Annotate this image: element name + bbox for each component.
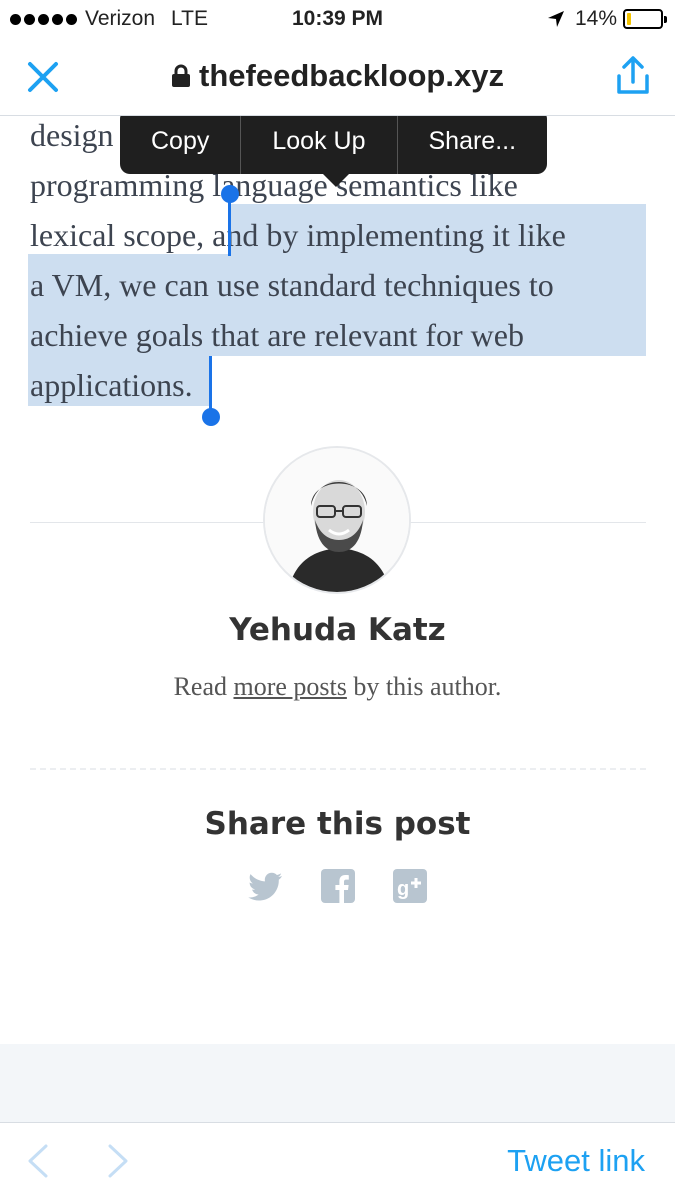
tweet-link-button[interactable]: Tweet link xyxy=(507,1143,645,1179)
selection-end-handle[interactable] xyxy=(202,408,220,426)
context-menu-pointer xyxy=(322,173,350,187)
facebook-icon[interactable] xyxy=(320,868,356,904)
status-bar: Verizon LTE 10:39 PM 14% xyxy=(0,0,675,38)
more-posts-link[interactable]: more posts xyxy=(233,672,346,701)
bottom-toolbar: Tweet link xyxy=(0,1122,675,1200)
nav-bar: thefeedbackloop.xyz xyxy=(0,38,675,116)
selection-end-caret xyxy=(209,356,212,411)
dashed-divider xyxy=(30,768,646,770)
share-menu-item[interactable]: Share... xyxy=(398,116,548,174)
footer-band xyxy=(0,1044,675,1122)
author-read-prefix: Read xyxy=(173,672,234,701)
google-plus-icon[interactable]: g xyxy=(392,868,428,904)
url-bar[interactable]: thefeedbackloop.xyz xyxy=(0,58,675,94)
status-right: 14% xyxy=(547,7,667,31)
article-line: applications. xyxy=(30,367,193,403)
lock-icon xyxy=(172,64,191,87)
article: design programming language semantics li… xyxy=(0,116,675,1046)
battery-percent: 14% xyxy=(574,7,617,30)
share-icons: g xyxy=(0,868,675,904)
article-line: a VM, we can use standard techniques to xyxy=(30,267,554,303)
author-read-suffix: by this author. xyxy=(346,672,502,701)
location-arrow-icon xyxy=(547,11,564,27)
look-up-menu-item[interactable]: Look Up xyxy=(241,116,398,174)
author-more-posts: Read more posts by this author. xyxy=(0,672,675,702)
chevron-right-icon[interactable] xyxy=(104,1143,132,1179)
share-title: Share this post xyxy=(204,806,471,842)
author-name: Yehuda Katz xyxy=(229,612,446,648)
article-line: achieve goals that are relevant for web xyxy=(30,317,524,353)
text-context-menu: Copy Look Up Share... xyxy=(120,116,548,174)
share-icon[interactable] xyxy=(613,54,653,98)
twitter-icon[interactable] xyxy=(247,868,284,904)
chevron-left-icon[interactable] xyxy=(24,1143,52,1179)
svg-text:g: g xyxy=(397,878,409,900)
author-avatar[interactable] xyxy=(263,446,411,594)
article-line: lexical scope, and by implementing it li… xyxy=(30,217,566,253)
selection-start-caret xyxy=(228,196,231,256)
battery-fill xyxy=(627,13,631,25)
copy-menu-item[interactable]: Copy xyxy=(120,116,242,174)
avatar-portrait xyxy=(265,448,409,592)
battery-icon xyxy=(623,9,667,29)
url-text: thefeedbackloop.xyz xyxy=(199,58,504,93)
